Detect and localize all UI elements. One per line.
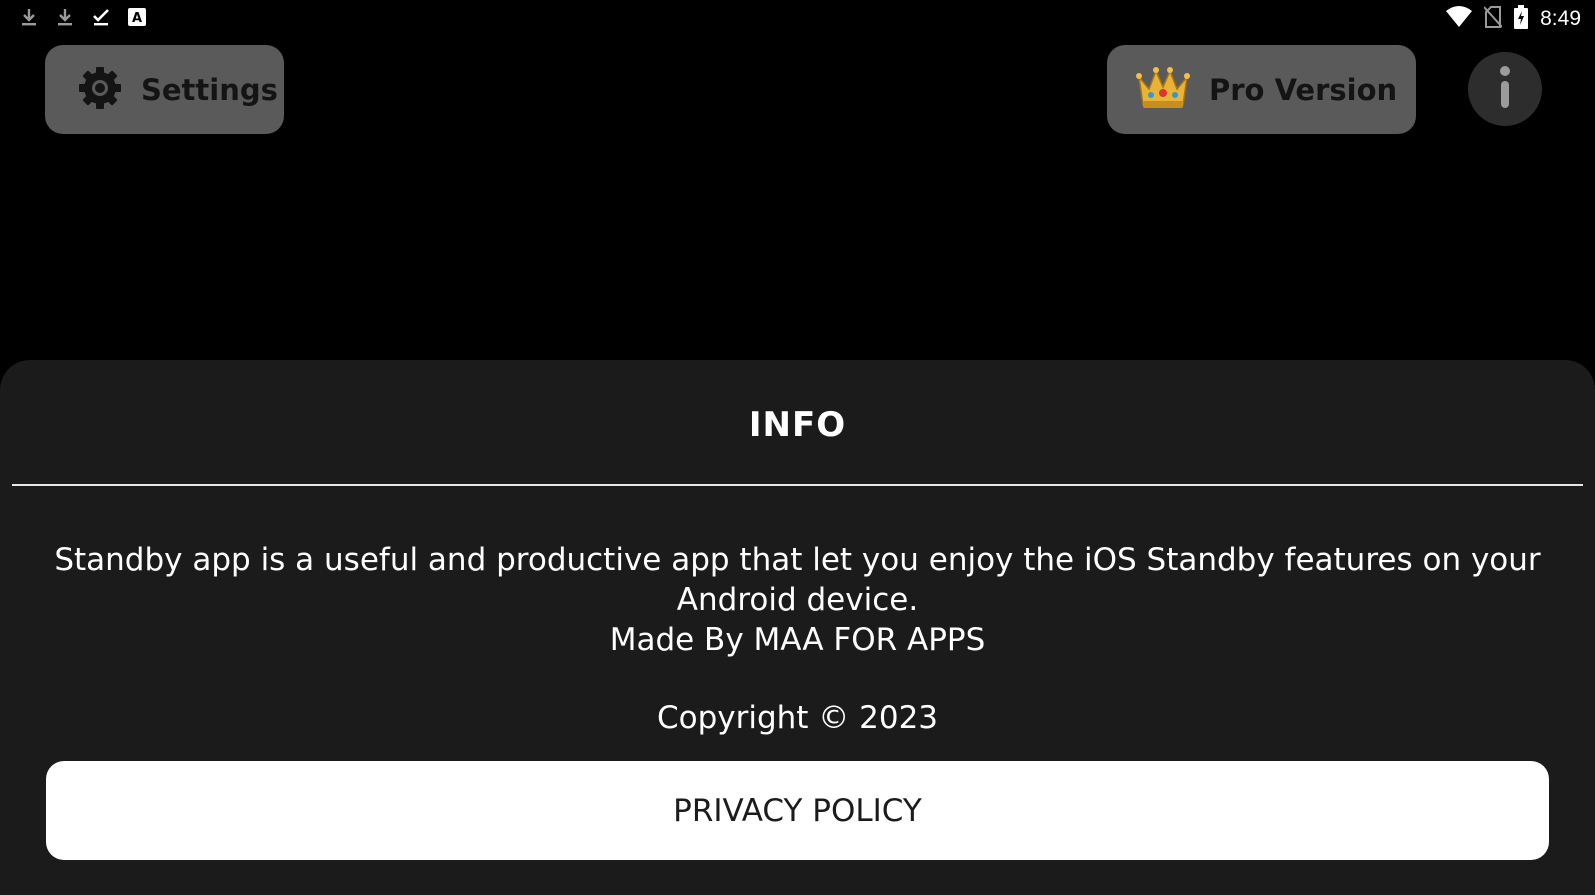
check-icon <box>90 6 112 28</box>
settings-button[interactable]: Settings <box>45 45 284 134</box>
settings-label: Settings <box>141 72 278 107</box>
battery-charging-icon <box>1514 5 1529 33</box>
notification-icons: A <box>18 6 148 28</box>
a-notification-icon: A <box>126 6 148 28</box>
wifi-icon <box>1446 6 1473 32</box>
no-sim-icon <box>1483 6 1503 32</box>
privacy-policy-label: PRIVACY POLICY <box>673 792 922 829</box>
info-button[interactable] <box>1468 52 1542 126</box>
copyright-text: Copyright © 2023 <box>656 700 939 736</box>
system-icons: 8:49 <box>1446 5 1581 33</box>
gear-icon <box>77 65 123 115</box>
info-icon <box>1495 64 1515 114</box>
description-text: Standby app is a useful and productive a… <box>54 542 1541 618</box>
clock: 8:49 <box>1540 7 1581 30</box>
download-icon <box>54 6 76 28</box>
info-sheet: INFO Standby app is a useful and product… <box>0 360 1595 895</box>
sheet-title: INFO <box>748 405 847 445</box>
svg-text:A: A <box>132 11 142 26</box>
divider <box>12 484 1583 486</box>
pro-version-button[interactable]: Pro Version <box>1107 45 1416 134</box>
app-description: Standby app is a useful and productive a… <box>50 540 1545 660</box>
crown-icon <box>1135 65 1191 115</box>
made-by-text: Made By MAA FOR APPS <box>609 622 986 658</box>
pro-version-label: Pro Version <box>1209 72 1398 107</box>
download-icon <box>18 6 40 28</box>
privacy-policy-button[interactable]: PRIVACY POLICY <box>46 761 1549 860</box>
status-bar: A 8:49 <box>0 0 1595 36</box>
